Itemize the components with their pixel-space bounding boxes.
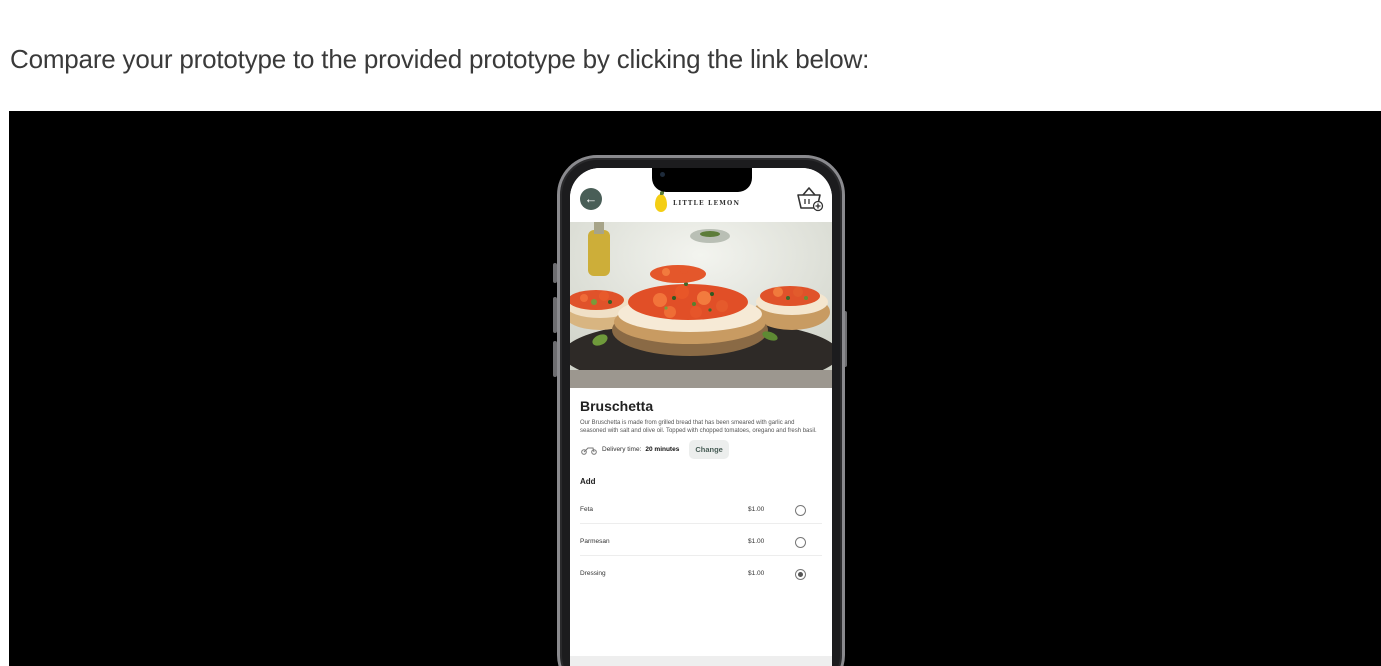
addon-price: $1.00 (748, 570, 765, 577)
addon-radio-dressing[interactable] (795, 569, 806, 580)
delivery-label: Delivery time: (602, 446, 642, 453)
phone-screen: ← LITTLE LEMON Bruschetta Our Bruschetta… (570, 168, 832, 666)
arrow-left-icon: ← (584, 191, 598, 206)
dish-title: Bruschetta (580, 398, 654, 414)
prototype-preview[interactable]: ← LITTLE LEMON Bruschetta Our Bruschetta… (9, 111, 1381, 666)
instruction-text: Compare your prototype to the provided p… (10, 44, 870, 74)
addon-row-feta[interactable]: Feta $1.00 (580, 492, 822, 524)
addon-name: Feta (580, 506, 594, 513)
addon-name: Dressing (580, 570, 606, 577)
phone-frame: ← LITTLE LEMON Bruschetta Our Bruschetta… (557, 155, 845, 666)
addon-row-parmesan[interactable]: Parmesan $1.00 (580, 524, 822, 556)
quantity-stepper: - 1 + (570, 656, 832, 666)
delivery-info: Delivery time: 20 minutes Change (580, 440, 822, 459)
delivery-time: 20 minutes (645, 446, 680, 453)
dish-image (570, 222, 832, 388)
addon-name: Parmesan (580, 538, 610, 545)
little-lemon-logo: LITTLE LEMON (655, 191, 741, 212)
addon-radio-parmesan[interactable] (795, 537, 806, 548)
dish-details: Bruschetta Our Bruschetta is made from g… (570, 388, 832, 666)
moped-icon (581, 447, 597, 455)
logo-text: LITTLE LEMON (673, 199, 741, 207)
dish-description: Our Bruschetta is made from grilled brea… (580, 420, 817, 434)
addon-options: Feta $1.00 Parmesan $1.00 Dressing $1.00 (580, 492, 822, 588)
phone-notch (652, 168, 752, 192)
addon-price: $1.00 (748, 538, 765, 545)
lemon-icon (655, 191, 667, 212)
addon-price: $1.00 (748, 506, 765, 513)
add-heading: Add (580, 477, 596, 486)
change-button[interactable]: Change (689, 440, 729, 459)
basket-add-icon[interactable] (794, 184, 824, 212)
addon-row-dressing[interactable]: Dressing $1.00 (580, 556, 822, 588)
back-button[interactable]: ← (580, 188, 602, 210)
addon-radio-feta[interactable] (795, 505, 806, 516)
